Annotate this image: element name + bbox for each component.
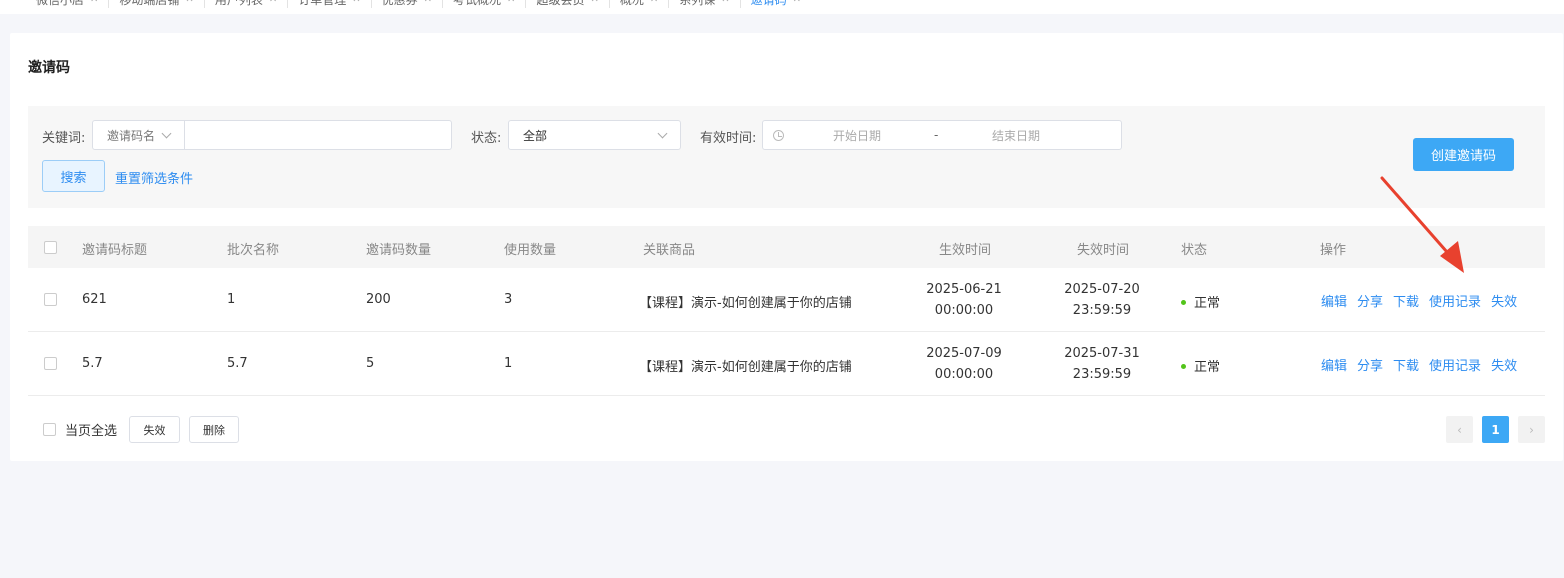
edit-link[interactable]: 编辑	[1321, 355, 1347, 374]
status-dot-icon	[1181, 300, 1186, 305]
share-link[interactable]: 分享	[1357, 291, 1383, 310]
status-select[interactable]: 全部	[508, 120, 681, 150]
close-icon[interactable]: ✕	[269, 0, 277, 5]
filter-panel: 关键词: 邀请码名 状态: 全部 有效时间: 开始日期 - 结束日期 搜索 重置…	[28, 106, 1545, 208]
search-button[interactable]: 搜索	[42, 160, 105, 192]
invite-code-table: 邀请码标题 批次名称 邀请码数量 使用数量 关联商品 生效时间 失效时间 状态 …	[28, 226, 1545, 396]
status-select-value: 全部	[523, 128, 548, 143]
close-icon[interactable]: ✕	[424, 0, 432, 5]
download-link[interactable]: 下载	[1393, 291, 1419, 310]
pagination: ‹ 1 ›	[1446, 416, 1545, 443]
clock-icon	[773, 129, 784, 141]
status-badge: 正常	[1181, 356, 1220, 375]
breadcrumb: 微信小店✕ 移动端店铺✕ 用户列表✕ 订单管理✕ 优惠券✕ 考试概况✕ 超级会员…	[26, 0, 811, 8]
cell-product: 【课程】演示-如何创建属于你的店铺	[639, 360, 852, 375]
header-checkbox[interactable]	[44, 241, 57, 254]
close-icon[interactable]: ✕	[90, 0, 98, 5]
usage-records-link[interactable]: 使用记录	[1429, 355, 1481, 374]
chevron-down-icon	[161, 128, 172, 138]
end-date-placeholder[interactable]: 结束日期	[992, 127, 1040, 144]
close-icon[interactable]: ✕	[721, 0, 729, 5]
batch-invalidate-button[interactable]: 失效	[129, 416, 180, 443]
cell-batch: 5.7	[227, 356, 248, 371]
breadcrumb-item[interactable]: 移动端店铺✕	[108, 0, 203, 8]
breadcrumb-item[interactable]: 优惠券✕	[370, 0, 442, 8]
header-start-time: 生效时间	[939, 243, 992, 258]
keyword-input[interactable]	[185, 121, 451, 149]
invalidate-link[interactable]: 失效	[1491, 355, 1517, 374]
usage-records-link[interactable]: 使用记录	[1429, 291, 1481, 310]
cell-used: 1	[504, 356, 513, 371]
chevron-down-icon	[657, 128, 668, 138]
cell-end-time: 2025-07-31 23:59:59	[1064, 346, 1140, 382]
row-checkbox[interactable]	[44, 293, 57, 306]
next-page-button[interactable]: ›	[1518, 416, 1545, 443]
status-label: 状态:	[471, 131, 502, 146]
main-card: 邀请码 关键词: 邀请码名 状态: 全部 有效时间: 开始日期 - 结束日期 搜…	[10, 33, 1563, 461]
share-link[interactable]: 分享	[1357, 355, 1383, 374]
close-icon[interactable]: ✕	[352, 0, 360, 5]
cell-title: 5.7	[82, 356, 103, 371]
cell-used: 3	[504, 292, 513, 307]
page-title: 邀请码	[28, 60, 70, 76]
close-icon[interactable]: ✕	[650, 0, 658, 5]
cell-product: 【课程】演示-如何创建属于你的店铺	[639, 296, 852, 311]
breadcrumb-item[interactable]: 概况✕	[608, 0, 668, 8]
breadcrumb-bar: 微信小店✕ 移动端店铺✕ 用户列表✕ 订单管理✕ 优惠券✕ 考试概况✕ 超级会员…	[0, 0, 1564, 14]
cell-start-time: 2025-07-09 00:00:00	[926, 346, 1002, 382]
reset-filters-link[interactable]: 重置筛选条件	[115, 168, 193, 187]
breadcrumb-item[interactable]: 用户列表✕	[203, 0, 287, 8]
table-row: 5.7 5.7 5 1 【课程】演示-如何创建属于你的店铺 2025-07-09…	[28, 332, 1545, 396]
valid-time-label: 有效时间:	[700, 131, 757, 146]
header-product: 关联商品	[643, 243, 696, 258]
download-link[interactable]: 下载	[1393, 355, 1419, 374]
date-range-picker[interactable]: 开始日期 - 结束日期	[762, 120, 1122, 150]
keyword-box: 邀请码名	[92, 120, 452, 150]
breadcrumb-item-active[interactable]: 邀请码✕	[739, 0, 811, 8]
table-header: 邀请码标题 批次名称 邀请码数量 使用数量 关联商品 生效时间 失效时间 状态 …	[28, 226, 1545, 268]
breadcrumb-item[interactable]: 系列课✕	[668, 0, 739, 8]
cell-start-time: 2025-06-21 00:00:00	[926, 282, 1002, 318]
breadcrumb-item[interactable]: 微信小店✕	[26, 0, 108, 8]
prev-page-button[interactable]: ‹	[1446, 416, 1473, 443]
header-batch: 批次名称	[227, 243, 280, 258]
cell-count: 200	[366, 292, 391, 307]
close-icon[interactable]: ✕	[590, 0, 598, 5]
keyword-type-value: 邀请码名	[106, 128, 155, 143]
close-icon[interactable]: ✕	[507, 0, 515, 5]
keyword-label: 关键词:	[42, 131, 86, 146]
create-invite-code-button[interactable]: 创建邀请码	[1413, 138, 1514, 171]
row-checkbox[interactable]	[44, 357, 57, 370]
select-all-checkbox[interactable]	[43, 423, 56, 436]
table-footer: 当页全选 失效 删除 ‹ 1 ›	[28, 416, 1545, 446]
cell-batch: 1	[227, 292, 236, 307]
table-row: 621 1 200 3 【课程】演示-如何创建属于你的店铺 2025-06-21…	[28, 268, 1545, 332]
cell-end-time: 2025-07-20 23:59:59	[1064, 282, 1140, 318]
close-icon[interactable]: ✕	[793, 0, 801, 5]
status-dot-icon	[1181, 364, 1186, 369]
keyword-type-select[interactable]: 邀请码名	[93, 121, 185, 149]
select-all-label[interactable]: 当页全选	[65, 420, 117, 439]
header-used: 使用数量	[504, 243, 557, 258]
header-end-time: 失效时间	[1077, 243, 1130, 258]
close-icon[interactable]: ✕	[185, 0, 193, 5]
status-badge: 正常	[1181, 292, 1220, 311]
start-date-placeholder[interactable]: 开始日期	[833, 127, 881, 144]
current-page-button[interactable]: 1	[1482, 416, 1509, 443]
breadcrumb-item[interactable]: 订单管理✕	[287, 0, 370, 8]
row-actions: 编辑 分享 下载 使用记录 失效	[1321, 355, 1517, 374]
row-actions: 编辑 分享 下载 使用记录 失效	[1321, 291, 1517, 310]
invalidate-link[interactable]: 失效	[1491, 291, 1517, 310]
date-separator: -	[934, 128, 939, 142]
header-ops: 操作	[1320, 243, 1347, 258]
batch-delete-button[interactable]: 删除	[189, 416, 239, 443]
cell-count: 5	[366, 356, 375, 371]
header-count: 邀请码数量	[366, 243, 432, 258]
breadcrumb-item[interactable]: 超级会员✕	[525, 0, 608, 8]
header-title: 邀请码标题	[82, 243, 148, 258]
breadcrumb-item[interactable]: 考试概况✕	[442, 0, 525, 8]
header-status: 状态	[1181, 243, 1208, 258]
edit-link[interactable]: 编辑	[1321, 291, 1347, 310]
cell-title: 621	[82, 292, 107, 307]
